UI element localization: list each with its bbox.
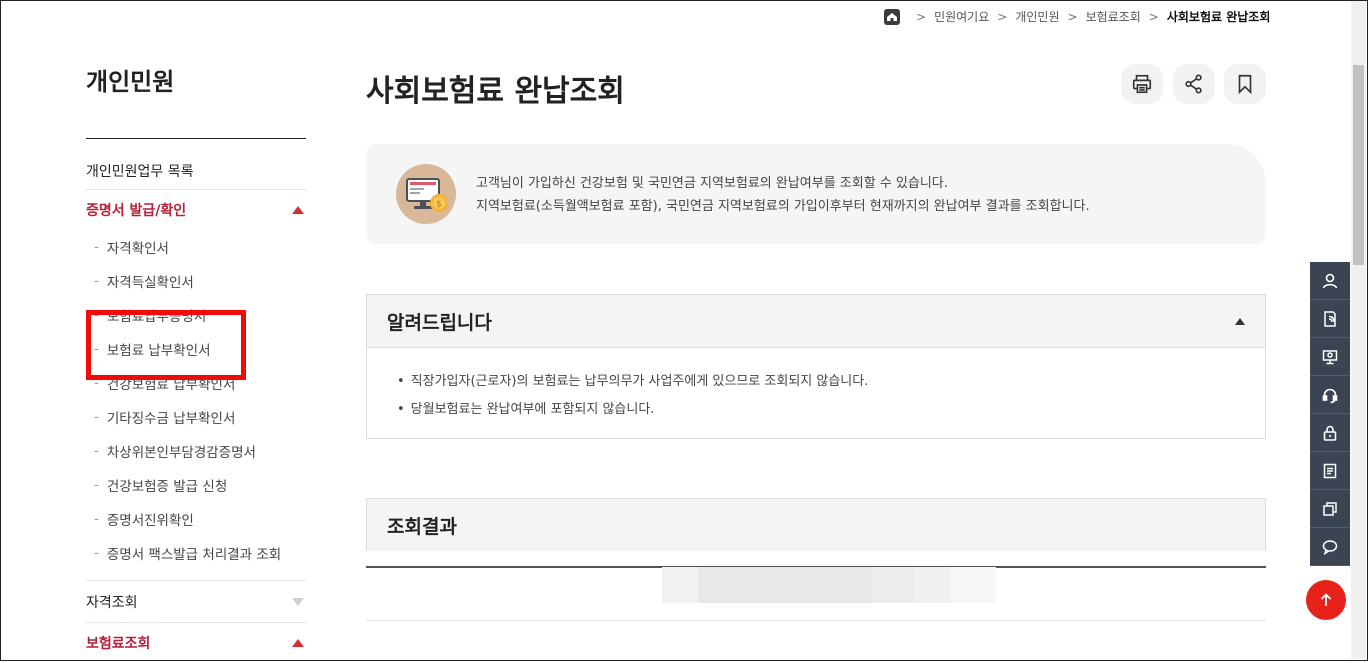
arrow-up-icon xyxy=(1320,593,1332,606)
lock-icon xyxy=(1323,425,1337,441)
submenu-item-label: 증명서진위확인 xyxy=(106,513,194,529)
home-icon[interactable] xyxy=(884,8,900,25)
list-document-icon xyxy=(1323,463,1337,478)
computer-coin-icon: $ xyxy=(396,164,456,224)
share-icon xyxy=(1185,74,1202,94)
submenu-item[interactable]: - 자격득실확인서 xyxy=(86,264,306,298)
result-title: 조회결과 xyxy=(387,515,457,538)
breadcrumb-item[interactable]: 개인민원 xyxy=(1015,8,1059,25)
submenu-item[interactable]: - 자격확인서 xyxy=(86,230,306,264)
breadcrumb-current: 사회보험료 완납조회 xyxy=(1166,10,1271,24)
svg-text:$: $ xyxy=(436,200,442,210)
notice-panel: 알려드립니다 • 직장가입자(근로자)의 보험료는 납무의무가 사업주에게 있으므… xyxy=(366,294,1266,439)
chevron-up-icon xyxy=(292,206,304,214)
result-panel-header: 조회결과 xyxy=(367,499,1265,551)
sidebar-item-eligibility[interactable]: 자격조회 xyxy=(86,581,306,623)
page-title: 사회보험료 완납조회 xyxy=(366,74,625,109)
submenu-item-label: 자격확인서 xyxy=(106,241,169,257)
notice-item: • 직장가입자(근로자)의 보험료는 납무의무가 사업주에게 있으므로 조회되지 … xyxy=(397,374,869,389)
breadcrumb-separator: > xyxy=(1067,9,1078,24)
loading-placeholder xyxy=(950,567,996,603)
intro-line: 지역보험료(소득월액보험료 포함), 국민연금 지역보험료의 가입이후부터 현재… xyxy=(476,199,1090,214)
collapse-icon[interactable] xyxy=(1235,317,1245,325)
sidebar-item-label: 개인민원업무 목록 xyxy=(86,163,194,180)
sidebar-title: 개인민원 xyxy=(86,68,175,96)
scrollbar-thumb[interactable] xyxy=(1353,65,1364,265)
submenu-item[interactable]: - 기타징수금 납부확인서 xyxy=(86,400,306,434)
share-button[interactable] xyxy=(1173,64,1215,104)
scroll-top-button[interactable] xyxy=(1306,580,1346,620)
intro-line: 고객님이 가입하신 건강보험 및 국민연금 지역보험료의 완납여부를 조회할 수… xyxy=(476,176,948,191)
sidebar-item-premium-inquiry[interactable]: 보험료조회 xyxy=(86,623,306,663)
breadcrumb-item[interactable]: 보험료조회 xyxy=(1086,8,1141,25)
sidebar-item-label: 보험료조회 xyxy=(86,636,151,652)
notice-item-text: 직장가입자(근로자)의 보험료는 납무의무가 사업주에게 있으므로 조회되지 않… xyxy=(410,374,869,389)
submenu-item[interactable]: - 증명서 팩스발급 처리결과 조회 xyxy=(86,536,306,570)
sidebar-item-label: 증명서 발급/확인 xyxy=(86,203,187,219)
submenu-item-label: 기타징수금 납부확인서 xyxy=(106,411,236,427)
scrollbar[interactable] xyxy=(1351,1,1366,659)
quick-copy-button[interactable] xyxy=(1310,490,1350,528)
intro-description: 고객님이 가입하신 건강보험 및 국민연금 지역보험료의 완납여부를 조회할 수… xyxy=(476,172,1090,218)
copy-icon xyxy=(1323,501,1337,516)
user-icon xyxy=(1322,273,1338,288)
chevron-up-icon xyxy=(292,639,304,647)
notice-item-text: 당월보험료는 완납여부에 포함되지 않습니다. xyxy=(410,402,655,417)
notice-item: • 당월보험료는 완납여부에 포함되지 않습니다. xyxy=(397,402,655,417)
submenu-item[interactable]: - 차상위본인부담경감증명서 xyxy=(86,434,306,468)
chat-icon xyxy=(1322,539,1338,555)
submenu-item-label: 자격득실확인서 xyxy=(106,275,194,291)
result-table-bottom-rule xyxy=(366,620,1266,621)
submenu-item[interactable]: - 증명서진위확인 xyxy=(86,502,306,536)
print-icon xyxy=(1132,74,1152,94)
quick-user-button[interactable] xyxy=(1310,262,1350,300)
sidebar-item-label: 자격조회 xyxy=(86,594,138,611)
loading-placeholder xyxy=(662,567,698,603)
result-panel: 조회결과 xyxy=(366,498,1266,551)
quick-lock-button[interactable] xyxy=(1310,414,1350,452)
breadcrumb-separator: > xyxy=(916,9,927,24)
breadcrumb-separator: > xyxy=(997,9,1008,24)
notice-panel-header[interactable]: 알려드립니다 xyxy=(367,295,1265,347)
sidebar-menu: 개인민원업무 목록 증명서 발급/확인 - 자격확인서 - 자격득실확인서 - 보험료… xyxy=(86,152,306,663)
submenu-item[interactable]: - 건강보험증 발급 신청 xyxy=(86,468,306,502)
loading-placeholder xyxy=(698,567,872,603)
bookmark-icon xyxy=(1238,74,1252,95)
submenu-item-label: 증명서 팩스발급 처리결과 조회 xyxy=(106,547,282,563)
quick-document-phone-button[interactable] xyxy=(1310,300,1350,338)
quick-list-button[interactable] xyxy=(1310,452,1350,490)
quick-monitor-button[interactable] xyxy=(1310,338,1350,376)
chevron-down-icon xyxy=(292,597,304,606)
bookmark-button[interactable] xyxy=(1224,64,1266,104)
breadcrumb-item[interactable]: 민원여기요 xyxy=(934,8,989,25)
headset-icon xyxy=(1322,388,1338,403)
submenu-item-label: 건강보험증 발급 신청 xyxy=(106,479,228,495)
document-phone-icon xyxy=(1324,310,1336,327)
breadcrumb: > 민원여기요 > 개인민원 > 보험료조회 > 사회보험료 완납조회 xyxy=(884,8,1270,25)
sidebar-divider xyxy=(86,138,306,139)
quick-chat-button[interactable] xyxy=(1310,528,1350,566)
quick-headset-button[interactable] xyxy=(1310,376,1350,414)
print-button[interactable] xyxy=(1121,64,1163,104)
monitor-icon xyxy=(1322,349,1338,364)
intro-box: $ 고객님이 가입하신 건강보험 및 국민연금 지역보험료의 완납여부를 조회할… xyxy=(366,144,1266,244)
sidebar-item-personal-list[interactable]: 개인민원업무 목록 xyxy=(86,152,306,190)
breadcrumb-separator: > xyxy=(1148,9,1159,24)
submenu-item-label: 차상위본인부담경감증명서 xyxy=(106,445,256,461)
notice-body: • 직장가입자(근로자)의 보험료는 납무의무가 사업주에게 있으므로 조회되지 … xyxy=(367,347,1265,438)
notice-title: 알려드립니다 xyxy=(387,311,492,334)
sidebar-item-certificates[interactable]: 증명서 발급/확인 xyxy=(86,190,306,230)
loading-placeholder xyxy=(914,567,950,603)
loading-placeholder xyxy=(872,567,914,603)
quick-menu xyxy=(1310,262,1350,566)
highlight-annotation xyxy=(86,310,246,380)
sidebar-submenu: - 자격확인서 - 자격득실확인서 - 보험료납부증명서 - 보험료 납부확인서 - 건강… xyxy=(86,230,306,570)
